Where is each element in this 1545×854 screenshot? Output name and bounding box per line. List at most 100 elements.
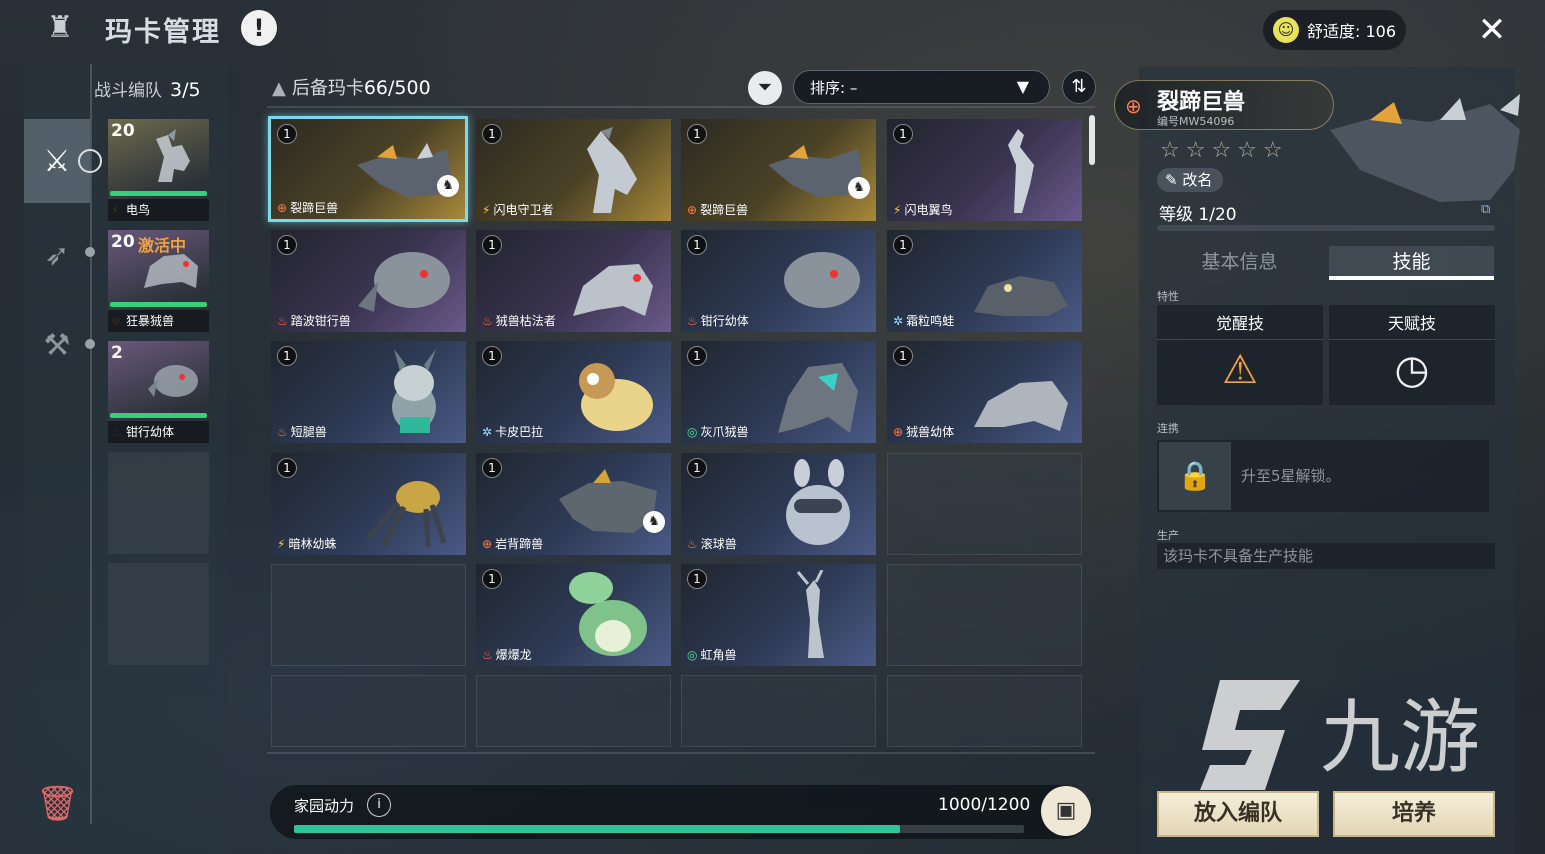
- link-skill-box: 🔒 升至5星解锁。: [1157, 440, 1489, 512]
- reserve-card[interactable]: 1 ♞ ⊕ 岩背蹄兽: [476, 453, 671, 555]
- rail-dot: [85, 339, 95, 349]
- card-name-text: 踏波钳行兽: [290, 314, 351, 328]
- crab-creature-art: [148, 365, 198, 397]
- rename-button[interactable]: ✎ 改名: [1157, 168, 1223, 192]
- card-name-text: 暗林幼蛛: [288, 537, 337, 551]
- card-quantity: 1: [277, 235, 297, 255]
- reserve-card[interactable]: 1 ⚡ 暗林幼蛛: [271, 453, 466, 555]
- active-status: 激活中: [138, 236, 187, 255]
- capybara-creature-art: [579, 363, 653, 431]
- power-value: 1000/1200: [938, 795, 1031, 815]
- reserve-card[interactable]: 1 ♨ 钳行幼体: [681, 230, 876, 332]
- card-quantity: 1: [482, 235, 502, 255]
- card-name-text: 钳行幼体: [700, 314, 749, 328]
- add-to-team-button[interactable]: 放入编队: [1157, 791, 1319, 837]
- sort-dropdown[interactable]: 排序: – ▼: [793, 70, 1050, 104]
- reserve-card-empty[interactable]: [476, 675, 671, 747]
- star-rating: ☆☆☆☆☆: [1160, 138, 1289, 163]
- reserve-card-empty[interactable]: [271, 675, 466, 747]
- card-name: ⊕ 裂蹄巨兽: [277, 199, 338, 216]
- train-button[interactable]: 培养: [1333, 791, 1495, 837]
- link-text: 升至5星解锁。: [1241, 467, 1341, 485]
- trait-label: 特性: [1157, 290, 1179, 303]
- reserve-card[interactable]: 1 ♨ 爆爆龙: [476, 564, 671, 666]
- reserve-card[interactable]: 1 ♨ 狨兽枯法者: [476, 230, 671, 332]
- reserve-card-empty[interactable]: [271, 564, 466, 666]
- card-name-text: 滚球兽: [700, 537, 737, 551]
- awaken-skill-box[interactable]: 觉醒技 ⚠: [1157, 305, 1323, 405]
- close-icon[interactable]: ✕: [1470, 8, 1514, 52]
- page-title: 玛卡管理: [105, 17, 221, 48]
- reserve-card[interactable]: 1 ♨ 滚球兽: [681, 453, 876, 555]
- reserve-card-empty[interactable]: [887, 675, 1082, 747]
- detail-level: 等级 1/20: [1159, 205, 1237, 225]
- battery-button[interactable]: ▣: [1041, 786, 1091, 836]
- card-name: ⚡ 闪电守卫者: [482, 201, 553, 218]
- reserve-icon: ▲: [272, 78, 286, 99]
- reserve-card-empty[interactable]: [681, 675, 876, 747]
- earth-icon: ⊕: [482, 537, 493, 551]
- alert-icon[interactable]: !: [241, 10, 277, 46]
- work-tab-hammer-icon[interactable]: ⚒: [24, 303, 90, 387]
- reserve-card[interactable]: 1 ◎ 虹角兽: [681, 564, 876, 666]
- reserve-card[interactable]: 1 ♞ ⊕ 裂蹄巨兽: [268, 116, 468, 222]
- card-quantity: 1: [687, 458, 707, 478]
- info-icon[interactable]: i: [367, 793, 391, 817]
- rhino-creature-art: [357, 143, 451, 197]
- sort-label: 排序: –: [810, 78, 858, 97]
- reserve-count: 66/500: [363, 77, 431, 99]
- tab-basic-info[interactable]: 基本信息: [1157, 246, 1322, 280]
- reserve-card-empty[interactable]: [887, 564, 1082, 666]
- card-quantity: 1: [687, 235, 707, 255]
- fire-icon: ♨: [277, 425, 288, 439]
- card-name-text: 虹角兽: [700, 648, 737, 662]
- sort-order-button[interactable]: ⇅: [1062, 70, 1096, 104]
- ice-icon: ✲: [893, 314, 904, 328]
- team-slot-2[interactable]: 20 激活中 ⊕ 狂暴狨兽: [108, 230, 209, 332]
- mount-icon: ♞: [437, 175, 459, 197]
- power-label: 家园动力: [294, 797, 355, 815]
- lock-icon: 🔒: [1159, 442, 1231, 510]
- reserve-header: ▲ 后备玛卡66/500: [272, 74, 431, 100]
- reserve-card[interactable]: 1 ⚡ 闪电守卫者: [476, 119, 671, 221]
- reserve-card[interactable]: 1 ✲ 霜粒鸣蛙: [887, 230, 1082, 332]
- tab-skills[interactable]: 技能: [1329, 246, 1494, 280]
- reserve-card[interactable]: 1 ⚡ 闪电翼鸟: [887, 119, 1082, 221]
- team-slot-empty[interactable]: [108, 563, 209, 665]
- team-slot-empty[interactable]: [108, 452, 209, 554]
- comfort-badge[interactable]: ☺ 舒适度: 106: [1263, 10, 1406, 50]
- card-name: ⊕ 裂蹄巨兽: [687, 201, 748, 218]
- reserve-card-empty[interactable]: [887, 453, 1082, 555]
- reserve-card[interactable]: 1 ♞ ⊕ 裂蹄巨兽: [681, 119, 876, 221]
- mount-icon: ♞: [643, 511, 665, 533]
- fire-icon: ♨: [687, 537, 698, 551]
- card-quantity: 1: [277, 124, 297, 144]
- reserve-card[interactable]: 1 ◎ 灰爪狨兽: [681, 341, 876, 443]
- reserve-card[interactable]: 1 ♨ 短腿兽: [271, 341, 466, 443]
- gorilla-creature-art: [778, 363, 858, 433]
- clock-skill-icon: ◷: [1394, 347, 1430, 393]
- detail-serial: 编号MW54096: [1157, 115, 1235, 128]
- filter-icon: ⏷: [757, 77, 773, 98]
- trash-icon[interactable]: 🗑: [36, 784, 79, 824]
- earth-icon: ⊕: [893, 425, 904, 439]
- team-slot-3[interactable]: 2 ♨ 钳行幼体: [108, 341, 209, 443]
- grid-scrollbar[interactable]: [1089, 115, 1095, 165]
- reserve-card[interactable]: 1 ✲ 卡皮巴拉: [476, 341, 671, 443]
- card-name: ♨ 狨兽枯法者: [482, 312, 556, 329]
- team-slot-1[interactable]: 20 ⚡ 电鸟: [108, 119, 209, 221]
- card-quantity: 1: [687, 346, 707, 366]
- card-name: ♨ 短腿兽: [277, 423, 327, 440]
- sort-arrows-icon: ⇅: [1071, 76, 1087, 97]
- filter-button[interactable]: ⏷: [748, 71, 782, 105]
- fire-icon: ♨: [482, 648, 493, 662]
- external-link-icon[interactable]: ⧉: [1481, 202, 1490, 217]
- production-label: 生产: [1157, 529, 1179, 542]
- rock-beast-art: [559, 469, 657, 533]
- reserve-card[interactable]: 1 ♨ 踏波钳行兽: [271, 230, 466, 332]
- reserve-card[interactable]: 1 ⊕ 狨兽幼体: [887, 341, 1082, 443]
- talent-skill-box[interactable]: 天赋技 ◷: [1329, 305, 1495, 405]
- explore-tab-icon[interactable]: ➶: [24, 213, 90, 297]
- card-name: ⚡ 闪电翼鸟: [893, 201, 952, 218]
- card-quantity: 1: [687, 124, 707, 144]
